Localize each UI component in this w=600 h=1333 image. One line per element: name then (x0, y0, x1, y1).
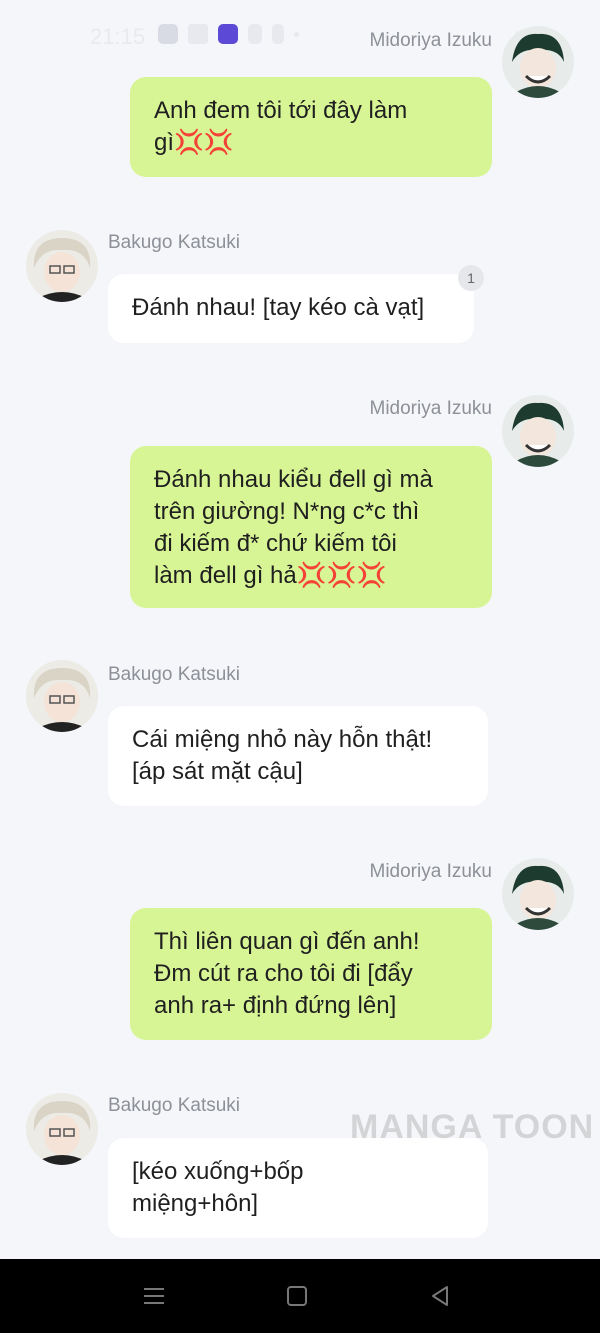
message-line: Thì liên quan gì đến anh! (154, 928, 420, 955)
avatar-bakugo[interactable] (26, 230, 98, 302)
message-icon (188, 24, 208, 44)
status-time: 21:15 (90, 24, 146, 49)
menu-icon[interactable] (141, 1283, 167, 1309)
app-icon (218, 24, 238, 44)
avatar-midoriya[interactable] (502, 395, 574, 467)
avatar-midoriya[interactable] (502, 26, 574, 98)
tiktok-icon (158, 24, 178, 44)
message-line: miệng+hôn] (132, 1190, 259, 1217)
status-icons (158, 24, 299, 44)
sender-name: Bakugo Katsuki (108, 232, 241, 253)
avatar-bakugo[interactable] (26, 660, 98, 732)
message-line: đi kiếm đ* chứ kiếm tôi (154, 530, 397, 557)
read-count-badge: 1 (458, 265, 484, 291)
sender-name: Midoriya Izuku (369, 30, 493, 51)
avatar-bakugo[interactable] (26, 1093, 98, 1165)
message-line: [áp sát mặt cậu] (132, 758, 303, 785)
message-line: anh ra+ định đứng lên] (154, 992, 397, 1019)
message-line: Anh đem tôi tới đây làm (154, 97, 408, 124)
message-line: gì💢💢 (154, 129, 234, 156)
sender-name: Midoriya Izuku (369, 398, 493, 419)
sender-name: Midoriya Izuku (369, 861, 493, 882)
message-bubble[interactable]: Anh đem tôi tới đây làm gì💢💢 (130, 77, 492, 177)
home-square-icon[interactable] (284, 1283, 310, 1309)
sender-name: Bakugo Katsuki (108, 664, 241, 685)
message-line: Cái miệng nhỏ này hỗn thật! (132, 726, 433, 753)
message-line: Đánh nhau kiểu đell gì mà (154, 466, 433, 493)
message-line: [kéo xuống+bốp (132, 1158, 304, 1185)
sender-name: Bakugo Katsuki (108, 1095, 241, 1116)
message-line: Đm cút ra cho tôi đi [đẩy (154, 960, 413, 987)
avatar-midoriya[interactable] (502, 858, 574, 930)
message-line: trên giường! N*ng c*c thì (154, 498, 420, 525)
message-bubble[interactable]: [kéo xuống+bốp miệng+hôn] (108, 1138, 488, 1238)
message-bubble[interactable]: Đánh nhau! [tay kéo cà vạt] (108, 274, 474, 343)
back-triangle-icon[interactable] (427, 1283, 453, 1309)
message-bubble[interactable]: Cái miệng nhỏ này hỗn thật! [áp sát mặt … (108, 706, 488, 806)
dot-icon (294, 31, 299, 37)
message-bubble[interactable]: Đánh nhau kiểu đell gì mà trên giường! N… (130, 446, 492, 608)
facebook-icon (248, 24, 262, 44)
message-line: làm đell gì hả💢💢💢 (154, 562, 387, 589)
message-bubble[interactable]: Thì liên quan gì đến anh! Đm cút ra cho … (130, 908, 492, 1040)
file-icon (272, 24, 284, 44)
message-line: Đánh nhau! [tay kéo cà vạt] (132, 294, 425, 321)
system-nav-bar (0, 1259, 600, 1333)
watermark: MANGA TOON (350, 1108, 595, 1146)
